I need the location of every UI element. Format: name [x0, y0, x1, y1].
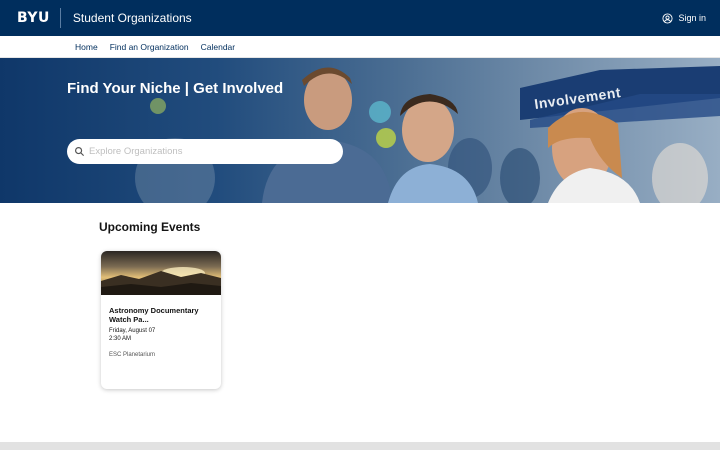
event-name: Astronomy Documentary Watch Pa...	[109, 306, 199, 324]
footer-edge	[0, 442, 720, 450]
sign-in-label: Sign in	[678, 13, 706, 23]
site-title[interactable]: Student Organizations	[73, 11, 192, 25]
event-card[interactable]: Astronomy Documentary Watch Pa... Friday…	[101, 251, 221, 389]
event-image	[101, 251, 221, 295]
search-bar[interactable]	[67, 139, 343, 164]
user-circle-icon	[662, 12, 674, 24]
byu-logo[interactable]: BYU	[17, 10, 50, 26]
event-time: 2:30 AM	[109, 336, 132, 342]
nav-home[interactable]: Home	[75, 42, 98, 52]
search-icon	[75, 147, 85, 157]
nav-find-organization[interactable]: Find an Organization	[110, 42, 189, 52]
main-nav: Home Find an Organization Calendar	[0, 36, 720, 58]
sign-in-button[interactable]: Sign in	[662, 0, 706, 36]
event-location: ESC Planetarium	[109, 352, 156, 358]
top-header: BYU Student Organizations Sign in	[0, 0, 720, 36]
header-divider	[59, 8, 61, 28]
search-input[interactable]	[89, 146, 329, 157]
upcoming-events-heading: Upcoming Events	[99, 220, 201, 234]
hero-banner: Involvement Find Your Niche | Get Involv…	[0, 58, 720, 203]
hero-title: Find Your Niche | Get Involved	[67, 80, 284, 97]
nav-calendar[interactable]: Calendar	[201, 42, 236, 52]
event-date: Friday, August 07	[109, 328, 156, 334]
